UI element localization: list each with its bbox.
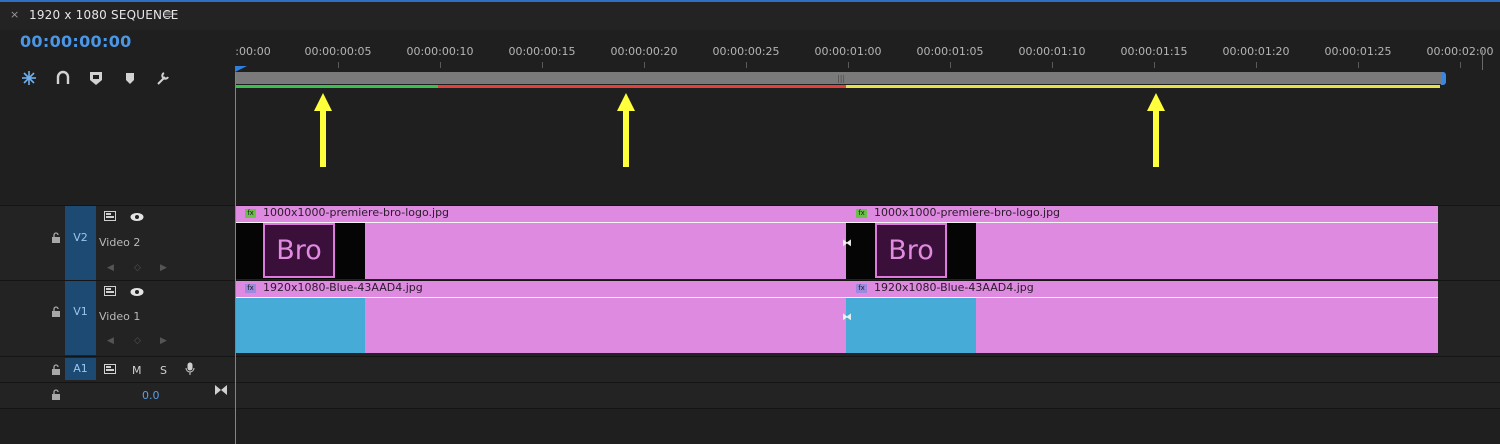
sync-lock-icon[interactable] [104, 364, 116, 377]
ruler-tick [338, 62, 339, 68]
panel-tab-bar: × 1920 x 1080 SEQUENCE ≡ [0, 0, 1500, 30]
lock-icon[interactable] [51, 232, 61, 243]
clip-bro-logo-1[interactable]: fx 1000x1000-premiere-bro-logo.jpg Bro [235, 206, 846, 279]
clip-thumbnail [846, 298, 976, 353]
ruler-label: 00:00:01:00 [814, 45, 882, 58]
source-patch-v2[interactable]: V2 [65, 206, 96, 280]
sequence-end-line [1482, 50, 1483, 70]
ruler-tick [1358, 62, 1359, 68]
ruler-tick [848, 62, 849, 68]
panel-menu-icon[interactable]: ≡ [163, 7, 173, 21]
prev-keyframe-icon[interactable]: ◀ [107, 336, 114, 346]
bro-logo-thumbnail: Bro [875, 223, 947, 278]
ruler-label: 00:00:01:10 [1018, 45, 1086, 58]
edit-point-icon[interactable]: ⧓ [842, 238, 852, 249]
track-header-a1 [0, 356, 235, 382]
work-area-grip-icon[interactable]: ||| [837, 74, 845, 83]
track-a1-lower [235, 382, 1500, 408]
clip-name: 1920x1080-Blue-43AAD4.jpg [874, 281, 1034, 294]
solo-button[interactable]: S [160, 364, 167, 377]
prev-keyframe-icon[interactable]: ◀ [107, 263, 114, 273]
add-keyframe-icon[interactable]: ◇ [134, 263, 141, 273]
ruler-label: :00:00 [235, 45, 271, 58]
add-keyframe-icon[interactable]: ◇ [134, 336, 141, 346]
clip-blue-1[interactable]: fx 1920x1080-Blue-43AAD4.jpg [235, 281, 846, 353]
ruler-tick [1154, 62, 1155, 68]
ruler-label: 00:00:02:00 [1426, 45, 1494, 58]
work-area-end-handle[interactable] [1441, 72, 1446, 85]
ruler-label: 00:00:00:15 [508, 45, 576, 58]
clip-name: 1000x1000-premiere-bro-logo.jpg [874, 206, 1061, 219]
playhead-line[interactable] [235, 72, 236, 444]
ruler-tick [1052, 62, 1053, 68]
next-keyframe-icon[interactable]: ▶ [160, 336, 167, 346]
track-header-a1-volume [0, 382, 235, 408]
fx-badge[interactable]: fx [245, 209, 256, 218]
clip-thumbnail [235, 298, 365, 353]
close-panel-icon[interactable]: × [10, 8, 19, 21]
ruler-label: 00:00:00:25 [712, 45, 780, 58]
ruler-tick [440, 62, 441, 68]
ruler-tick [1460, 62, 1461, 68]
annotation-arrow-icon [1147, 93, 1165, 167]
render-bar-needs-render [438, 85, 846, 88]
next-keyframe-icon[interactable]: ▶ [160, 263, 167, 273]
track-name-v2[interactable]: Video 2 [99, 236, 140, 249]
fx-badge[interactable]: fx [856, 284, 867, 293]
annotation-arrow-icon [617, 93, 635, 167]
track-name-v1[interactable]: Video 1 [99, 310, 140, 323]
marker-icon[interactable] [122, 70, 138, 86]
work-area-bar[interactable]: ||| [235, 72, 1445, 84]
fx-badge[interactable]: fx [245, 284, 256, 293]
render-bar-rendered [235, 85, 438, 88]
fx-badge[interactable]: fx [856, 209, 867, 218]
mute-button[interactable]: M [132, 364, 142, 377]
add-marker-icon[interactable] [88, 70, 104, 86]
sync-lock-icon[interactable] [104, 211, 116, 224]
track-height-toggle-icon[interactable] [215, 385, 227, 398]
time-ruler[interactable]: :00:00 00:00:00:05 00:00:00:10 00:00:00:… [235, 36, 1500, 70]
timeline-empty-area [235, 408, 1500, 444]
ruler-tick [950, 62, 951, 68]
ruler-tick [542, 62, 543, 68]
sync-lock-icon[interactable] [104, 286, 116, 299]
timeline-controls [0, 30, 235, 205]
eye-icon[interactable] [130, 287, 144, 300]
ruler-label: 00:00:01:05 [916, 45, 984, 58]
master-volume-value[interactable]: 0.0 [142, 389, 160, 402]
ruler-label: 00:00:00:05 [304, 45, 372, 58]
source-patch-a1[interactable]: A1 [65, 358, 96, 380]
ruler-label: 00:00:01:25 [1324, 45, 1392, 58]
eye-icon[interactable] [130, 212, 144, 225]
ruler-label: 00:00:00:10 [406, 45, 474, 58]
render-bar-may-play [846, 85, 1440, 88]
clip-name: 1000x1000-premiere-bro-logo.jpg [263, 206, 450, 219]
lock-icon[interactable] [51, 306, 61, 317]
bro-logo-thumbnail: Bro [263, 223, 335, 278]
clip-blue-2[interactable]: fx 1920x1080-Blue-43AAD4.jpg [846, 281, 1438, 353]
wrench-icon[interactable] [155, 70, 171, 86]
ruler-tick [1256, 62, 1257, 68]
voiceover-record-icon[interactable] [185, 362, 195, 379]
clip-bro-logo-2[interactable]: fx 1000x1000-premiere-bro-logo.jpg Bro [846, 206, 1438, 279]
playhead-timecode[interactable]: 00:00:00:00 [20, 32, 132, 51]
ruler-label: 00:00:01:15 [1120, 45, 1188, 58]
lock-icon[interactable] [51, 364, 61, 375]
clip-name: 1920x1080-Blue-43AAD4.jpg [263, 281, 423, 294]
snap-icon[interactable] [21, 70, 37, 86]
linked-selection-icon[interactable] [55, 70, 71, 86]
lock-icon[interactable] [51, 389, 61, 400]
track-header-empty [0, 408, 235, 444]
track-a1 [235, 356, 1500, 382]
source-patch-v1[interactable]: V1 [65, 281, 96, 355]
sequence-tab-title[interactable]: 1920 x 1080 SEQUENCE [29, 8, 179, 22]
edit-point-icon[interactable]: ⧓ [842, 312, 852, 323]
annotation-arrow-icon [314, 93, 332, 167]
ruler-label: 00:00:01:20 [1222, 45, 1290, 58]
ruler-label: 00:00:00:20 [610, 45, 678, 58]
ruler-tick [644, 62, 645, 68]
ruler-tick [746, 62, 747, 68]
